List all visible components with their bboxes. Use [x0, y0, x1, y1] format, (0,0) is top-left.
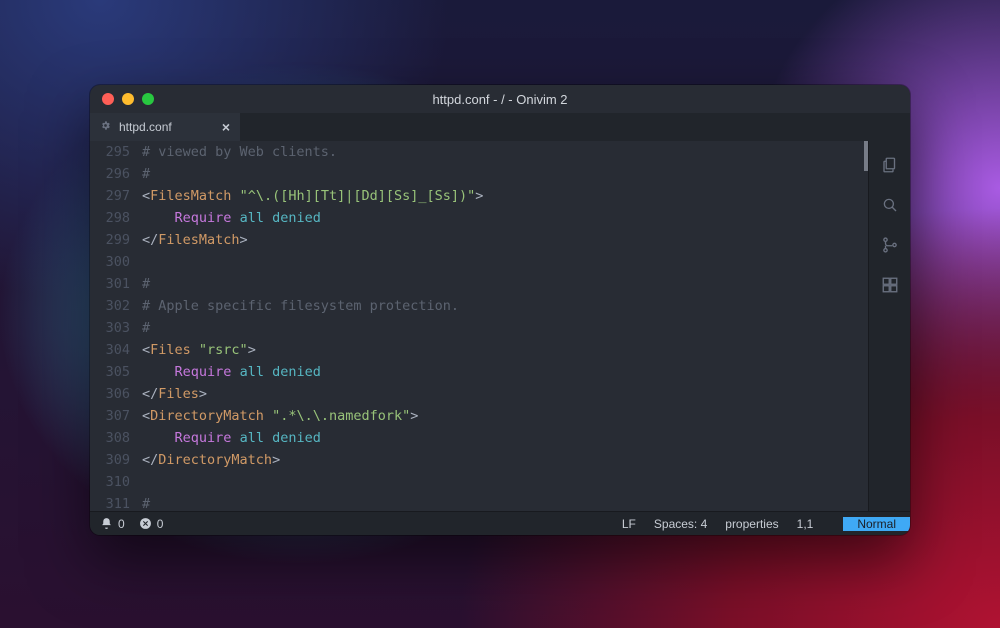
close-window-button[interactable]	[102, 93, 114, 105]
line-content[interactable]	[142, 471, 868, 493]
zoom-window-button[interactable]	[142, 93, 154, 105]
code-line[interactable]: 303#	[90, 317, 868, 339]
line-content[interactable]: #	[142, 273, 868, 295]
editor-body: 295# viewed by Web clients.296#297<Files…	[90, 141, 910, 511]
line-content[interactable]: Require all denied	[142, 207, 868, 229]
line-content[interactable]: Require all denied	[142, 427, 868, 449]
line-number: 310	[90, 471, 142, 493]
cursor-position[interactable]: 1,1	[797, 517, 814, 531]
line-number: 301	[90, 273, 142, 295]
code-line[interactable]: 300	[90, 251, 868, 273]
activity-bar	[868, 141, 910, 511]
code-line[interactable]: 308 Require all denied	[90, 427, 868, 449]
line-number: 311	[90, 493, 142, 511]
titlebar[interactable]: httpd.conf - / - Onivim 2	[90, 85, 910, 113]
line-number: 306	[90, 383, 142, 405]
line-number: 307	[90, 405, 142, 427]
language-indicator[interactable]: properties	[725, 517, 778, 531]
line-content[interactable]: <DirectoryMatch ".*\.\.namedfork">	[142, 405, 868, 427]
code-line[interactable]: 305 Require all denied	[90, 361, 868, 383]
code-line[interactable]: 307<DirectoryMatch ".*\.\.namedfork">	[90, 405, 868, 427]
error-icon	[139, 517, 152, 530]
source-control-icon[interactable]	[880, 235, 900, 255]
line-number: 302	[90, 295, 142, 317]
extensions-icon[interactable]	[880, 275, 900, 295]
vim-mode-indicator[interactable]: Normal	[843, 517, 910, 531]
code-line[interactable]: 301#	[90, 273, 868, 295]
line-content[interactable]: <FilesMatch "^\.([Hh][Tt]|[Dd][Ss]_[Ss])…	[142, 185, 868, 207]
status-bar: 0 0 LF Spaces: 4 properties 1,1 Normal	[90, 511, 910, 535]
line-content[interactable]: <Files "rsrc">	[142, 339, 868, 361]
traffic-lights	[102, 93, 154, 105]
code-line[interactable]: 304<Files "rsrc">	[90, 339, 868, 361]
code-line[interactable]: 302# Apple specific filesystem protectio…	[90, 295, 868, 317]
line-content[interactable]: </Files>	[142, 383, 868, 405]
line-number: 304	[90, 339, 142, 361]
line-number: 308	[90, 427, 142, 449]
line-content[interactable]: # viewed by Web clients.	[142, 141, 868, 163]
line-content[interactable]	[142, 251, 868, 273]
line-content[interactable]: Require all denied	[142, 361, 868, 383]
line-number: 297	[90, 185, 142, 207]
code-line[interactable]: 299</FilesMatch>	[90, 229, 868, 251]
line-content[interactable]: </DirectoryMatch>	[142, 449, 868, 471]
tab-httpd-conf[interactable]: httpd.conf ×	[90, 113, 240, 141]
line-number: 309	[90, 449, 142, 471]
line-content[interactable]: </FilesMatch>	[142, 229, 868, 251]
notifications-count: 0	[118, 517, 125, 531]
tab-label: httpd.conf	[119, 120, 172, 134]
indent-indicator[interactable]: Spaces: 4	[654, 517, 707, 531]
line-number: 295	[90, 141, 142, 163]
code-line[interactable]: 311#	[90, 493, 868, 511]
line-number: 300	[90, 251, 142, 273]
line-number: 296	[90, 163, 142, 185]
close-tab-icon[interactable]: ×	[222, 119, 230, 135]
search-icon[interactable]	[880, 195, 900, 215]
line-content[interactable]: #	[142, 317, 868, 339]
app-window: httpd.conf - / - Onivim 2 httpd.conf × 2…	[90, 85, 910, 535]
line-number: 303	[90, 317, 142, 339]
gear-icon	[100, 120, 111, 134]
minimize-window-button[interactable]	[122, 93, 134, 105]
code-line[interactable]: 298 Require all denied	[90, 207, 868, 229]
code-line[interactable]: 296#	[90, 163, 868, 185]
errors-count: 0	[157, 517, 164, 531]
code-line[interactable]: 310	[90, 471, 868, 493]
code-line[interactable]: 306</Files>	[90, 383, 868, 405]
code-line[interactable]: 309</DirectoryMatch>	[90, 449, 868, 471]
scroll-position-indicator[interactable]	[864, 141, 868, 171]
code-line[interactable]: 295# viewed by Web clients.	[90, 141, 868, 163]
errors-indicator[interactable]: 0	[139, 517, 164, 531]
eol-indicator[interactable]: LF	[622, 517, 636, 531]
text-editor[interactable]: 295# viewed by Web clients.296#297<Files…	[90, 141, 868, 511]
window-title: httpd.conf - / - Onivim 2	[90, 92, 910, 107]
code-line[interactable]: 297<FilesMatch "^\.([Hh][Tt]|[Dd][Ss]_[S…	[90, 185, 868, 207]
line-content[interactable]: # Apple specific filesystem protection.	[142, 295, 868, 317]
line-number: 305	[90, 361, 142, 383]
files-icon[interactable]	[880, 155, 900, 175]
line-content[interactable]: #	[142, 493, 868, 511]
notifications-indicator[interactable]: 0	[100, 517, 125, 531]
tab-bar: httpd.conf ×	[90, 113, 910, 141]
line-number: 299	[90, 229, 142, 251]
line-content[interactable]: #	[142, 163, 868, 185]
line-number: 298	[90, 207, 142, 229]
bell-icon	[100, 517, 113, 530]
